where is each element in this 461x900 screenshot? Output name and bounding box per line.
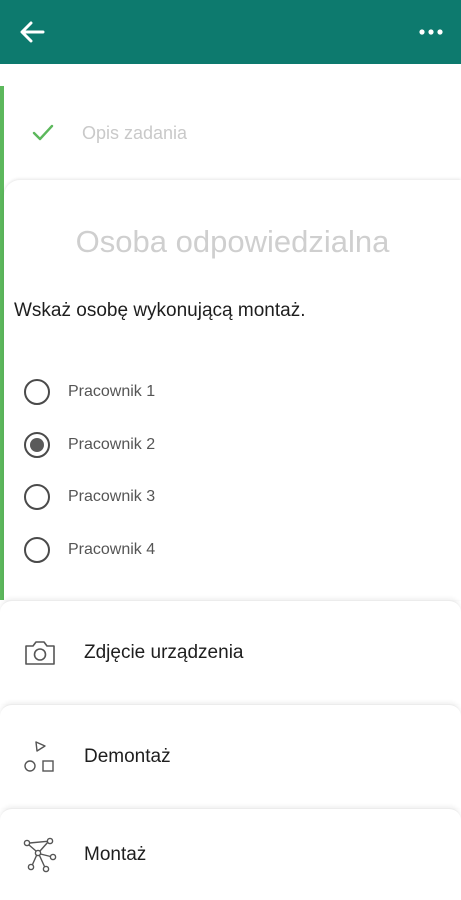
radio-option-2[interactable]: Pracownik 2 (24, 419, 155, 472)
app-header (0, 0, 461, 64)
camera-icon (22, 635, 58, 671)
step-label: Zdjęcie urządzenia (84, 641, 244, 663)
arrow-left-icon (20, 21, 45, 43)
step-assembly[interactable]: Montaż (0, 808, 461, 900)
step-label: Demontaż (84, 745, 171, 767)
radio-option-3[interactable]: Pracownik 3 (24, 471, 155, 524)
step-device-photo[interactable]: Zdjęcie urządzenia (0, 600, 461, 704)
radio-button[interactable] (24, 379, 50, 406)
radio-dot (30, 437, 44, 452)
network-icon (22, 837, 58, 873)
step-disassembly[interactable]: Demontaż (0, 704, 461, 808)
step-task-description[interactable]: Opis zadania (4, 86, 461, 180)
radio-button-selected[interactable] (24, 431, 50, 458)
step-label: Montaż (84, 843, 147, 865)
option-label: Pracownik 4 (68, 540, 156, 558)
back-button[interactable] (16, 16, 48, 48)
question-text: Wskaż osobę wykonującą montaż. (14, 300, 306, 321)
step-responsible-person: Osoba odpowiedzialna Wskaż osobę wykonuj… (4, 180, 461, 600)
option-label: Pracownik 1 (68, 383, 156, 401)
radio-button[interactable] (24, 536, 50, 563)
check-icon (32, 124, 54, 141)
option-label: Pracownik 2 (68, 435, 156, 453)
radio-button[interactable] (24, 484, 50, 511)
radio-option-1[interactable]: Pracownik 1 (24, 366, 155, 419)
option-label: Pracownik 3 (68, 488, 156, 506)
radio-group: Pracownik 1 Pracownik 2 Pracownik 3 Prac… (24, 366, 155, 576)
more-options-button[interactable] (415, 16, 447, 48)
shapes-icon (22, 739, 58, 775)
more-horizontal-icon (419, 29, 443, 35)
radio-option-4[interactable]: Pracownik 4 (24, 524, 155, 577)
step-title: Osoba odpowiedzialna (75, 224, 390, 259)
step-label: Opis zadania (82, 122, 188, 143)
